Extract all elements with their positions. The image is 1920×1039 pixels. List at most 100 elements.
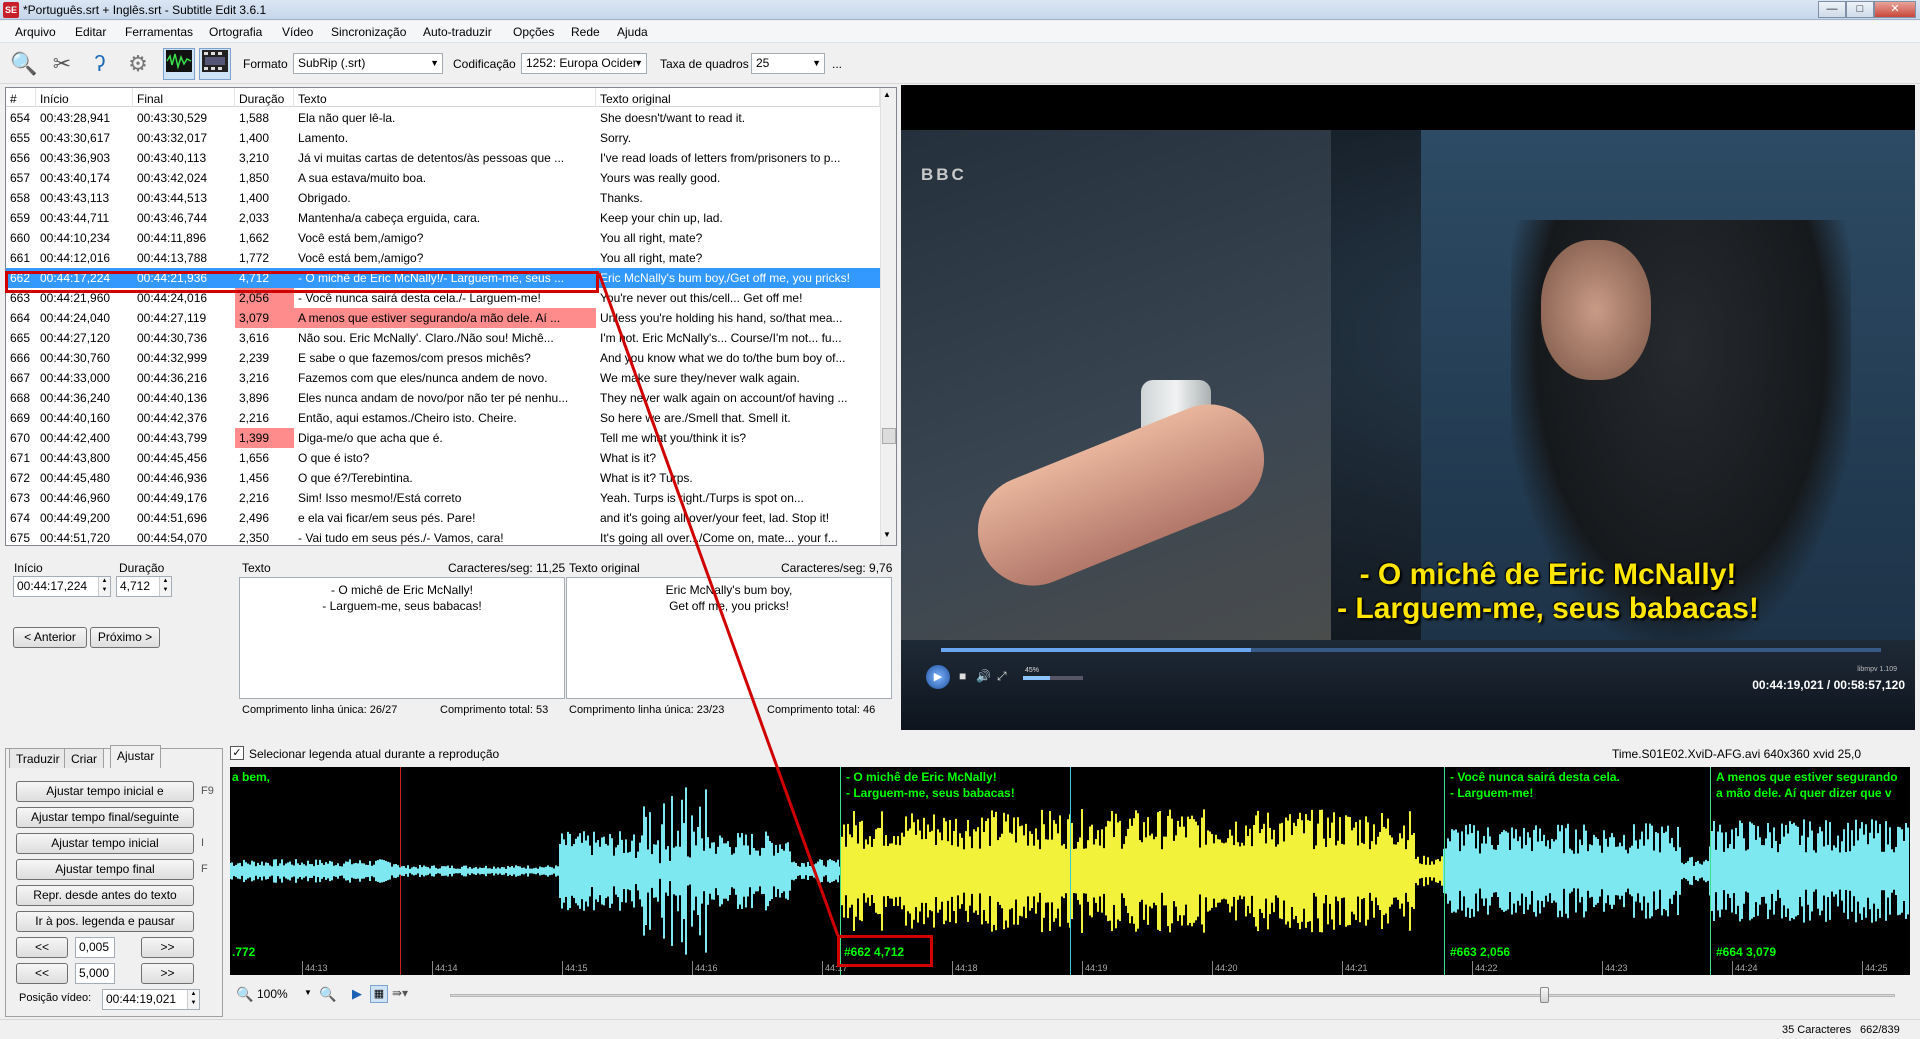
- table-row[interactable]: 654 00:43:28,941 00:43:30,529 1,588 Ela não …: [6, 108, 880, 128]
- video-player[interactable]: BBC - O michê de Eric McNally! - Larguem…: [901, 85, 1915, 730]
- tab-criar[interactable]: Criar: [64, 748, 104, 768]
- goto-subtitle-pause-button[interactable]: Ir à pos. legenda e pausar: [16, 911, 194, 932]
- settings-icon[interactable]: ⚙: [122, 48, 154, 80]
- tab-traduzir[interactable]: Traduzir: [9, 748, 67, 768]
- scroll-up-icon[interactable]: ▲: [883, 90, 891, 99]
- grid-scrollbar[interactable]: ▲ ▼: [880, 88, 896, 545]
- search-replace-icon[interactable]: 🔍: [8, 48, 40, 80]
- table-row[interactable]: 664 00:44:24,040 00:44:27,119 3,079 A menos …: [6, 308, 880, 328]
- step-forward-small-button[interactable]: >>: [141, 937, 194, 958]
- table-row[interactable]: 657 00:43:40,174 00:43:42,024 1,850 A sua es…: [6, 168, 880, 188]
- scroll-down-icon[interactable]: ▼: [883, 530, 891, 539]
- col-header-number[interactable]: #: [6, 88, 36, 107]
- row-duration: 2,216: [239, 491, 270, 505]
- table-row[interactable]: 665 00:44:27,120 00:44:30,736 3,616 Não sou.…: [6, 328, 880, 348]
- step-small-input[interactable]: 0,005: [75, 937, 115, 958]
- duration-input[interactable]: 4,712 ▲ ▼: [116, 576, 172, 597]
- adjust-start-button[interactable]: Ajustar tempo inicial: [16, 833, 194, 854]
- waveform-scroll-track[interactable]: [450, 994, 1895, 997]
- col-header-text[interactable]: Texto: [294, 88, 596, 107]
- fullscreen-icon[interactable]: ⤢: [997, 669, 1007, 684]
- tools-icon[interactable]: ✂: [46, 48, 78, 80]
- col-header-original[interactable]: Texto original: [596, 88, 880, 107]
- table-row[interactable]: 671 00:44:43,800 00:44:45,456 1,656 O que é …: [6, 448, 880, 468]
- table-row[interactable]: 656 00:43:36,903 00:43:40,113 3,210 Já vi mu…: [6, 148, 880, 168]
- menu-video[interactable]: Vídeo: [282, 25, 313, 39]
- video-toggle-icon[interactable]: [199, 48, 231, 80]
- spin-arrows-icon[interactable]: ▲ ▼: [159, 577, 171, 596]
- col-header-duration[interactable]: Duração: [235, 88, 294, 107]
- zoom-out-icon[interactable]: 🔍: [236, 986, 253, 1003]
- volume-slider[interactable]: [1023, 676, 1083, 680]
- menu-arquivo[interactable]: Arquivo: [15, 25, 56, 39]
- table-row[interactable]: 668 00:44:36,240 00:44:40,136 3,896 Eles nun…: [6, 388, 880, 408]
- audio-waveform[interactable]: a bem, - O michê de Eric McNally! - Larg…: [230, 767, 1910, 975]
- close-button[interactable]: ✕: [1874, 1, 1916, 18]
- menu-rede[interactable]: Rede: [571, 25, 600, 39]
- adjust-end-button[interactable]: Ajustar tempo final: [16, 859, 194, 880]
- video-position-input[interactable]: 00:44:19,021 ▲ ▼: [102, 989, 200, 1010]
- table-row[interactable]: 655 00:43:30,617 00:43:32,017 1,400 Lamento.…: [6, 128, 880, 148]
- select-current-checkbox[interactable]: ✓: [230, 746, 244, 760]
- table-row[interactable]: 669 00:44:40,160 00:44:42,376 2,216 Então, a…: [6, 408, 880, 428]
- table-row[interactable]: 659 00:43:44,711 00:43:46,744 2,033 Mantenha…: [6, 208, 880, 228]
- spellcheck-icon[interactable]: ʔ: [84, 48, 116, 80]
- menu-auto-traduzir[interactable]: Auto-traduzir: [423, 25, 492, 39]
- row-duration: 3,616: [239, 331, 270, 345]
- col-header-end[interactable]: Final: [133, 88, 235, 107]
- next-button[interactable]: Próximo >: [90, 627, 160, 648]
- stop-icon[interactable]: ■: [959, 669, 966, 683]
- table-row[interactable]: 670 00:44:42,400 00:44:43,799 1,399 Diga-me/…: [6, 428, 880, 448]
- waveform-toggle-icon[interactable]: [163, 48, 195, 80]
- menu-ferramentas[interactable]: Ferramentas: [125, 25, 193, 39]
- waveform-scroll-thumb[interactable]: [1540, 987, 1549, 1003]
- col-header-start[interactable]: Início: [36, 88, 133, 107]
- minimize-button[interactable]: —: [1818, 1, 1846, 18]
- framerate-select[interactable]: 25 ▼: [751, 53, 825, 74]
- chevron-down-icon[interactable]: ▼: [304, 988, 312, 997]
- menu-opcoes[interactable]: Opções: [513, 25, 554, 39]
- menu-sincronizacao[interactable]: Sincronização: [331, 25, 406, 39]
- adjust-start-next-button[interactable]: Ajustar tempo inicial e: [16, 781, 194, 802]
- play-selection-icon[interactable]: ▶: [352, 986, 362, 1002]
- time-tick-label: 44:14: [435, 963, 458, 973]
- toggle-grid-icon[interactable]: ▦: [370, 985, 388, 1003]
- volume-icon[interactable]: 🔊: [976, 669, 991, 683]
- step-back-large-button[interactable]: <<: [16, 963, 68, 984]
- auto-scroll-icon[interactable]: ⇛▾: [392, 986, 408, 1000]
- play-before-text-button[interactable]: Repr. desde antes do texto: [16, 885, 194, 906]
- table-row[interactable]: 673 00:44:46,960 00:44:49,176 2,216 Sim! Iss…: [6, 488, 880, 508]
- spin-arrows-icon[interactable]: ▲ ▼: [187, 990, 199, 1009]
- table-row[interactable]: 661 00:44:12,016 00:44:13,788 1,772 Você est…: [6, 248, 880, 268]
- table-row[interactable]: 658 00:43:43,113 00:43:44,513 1,400 Obrigado…: [6, 188, 880, 208]
- tab-ajustar[interactable]: Ajustar: [110, 745, 162, 768]
- menu-ajuda[interactable]: Ajuda: [617, 25, 648, 39]
- table-row[interactable]: 672 00:44:45,480 00:44:46,936 1,456 O que é?…: [6, 468, 880, 488]
- video-progress-bar[interactable]: [941, 648, 1881, 652]
- framerate-more-button[interactable]: ...: [832, 57, 842, 71]
- table-row[interactable]: 675 00:44:51,720 00:44:54,070 2,350 - Vai tu…: [6, 528, 880, 545]
- format-select[interactable]: SubRip (.srt) ▼: [293, 53, 443, 74]
- subtitle-grid[interactable]: # Início Final Duração Texto Texto origi…: [5, 87, 897, 546]
- step-large-input[interactable]: 5,000: [75, 963, 115, 984]
- spin-arrows-icon[interactable]: ▲ ▼: [98, 577, 110, 596]
- zoom-value[interactable]: 100%: [257, 987, 288, 1001]
- previous-button[interactable]: < Anterior: [13, 627, 87, 648]
- menu-ortografia[interactable]: Ortografia: [209, 25, 262, 39]
- menu-editar[interactable]: Editar: [75, 25, 106, 39]
- encoding-select[interactable]: 1252: Europa Ocider ▼: [521, 53, 647, 74]
- table-row[interactable]: 667 00:44:33,000 00:44:36,216 3,216 Fazemos …: [6, 368, 880, 388]
- text-editor[interactable]: - O michê de Eric McNally! - Larguem-me,…: [239, 577, 565, 699]
- table-row[interactable]: 660 00:44:10,234 00:44:11,896 1,662 Você est…: [6, 228, 880, 248]
- play-button[interactable]: ▶: [926, 665, 950, 689]
- maximize-button[interactable]: □: [1846, 1, 1874, 18]
- adjust-end-next-button[interactable]: Ajustar tempo final/seguinte: [16, 807, 194, 828]
- table-row[interactable]: 674 00:44:49,200 00:44:51,696 2,496 e ela va…: [6, 508, 880, 528]
- step-forward-large-button[interactable]: >>: [141, 963, 194, 984]
- zoom-in-icon[interactable]: 🔍: [319, 986, 336, 1003]
- start-time-input[interactable]: 00:44:17,224 ▲ ▼: [13, 576, 111, 597]
- step-back-small-button[interactable]: <<: [16, 937, 68, 958]
- table-row[interactable]: 666 00:44:30,760 00:44:32,999 2,239 E sabe o…: [6, 348, 880, 368]
- scroll-thumb[interactable]: [882, 428, 896, 444]
- original-text-editor[interactable]: Eric McNally's bum boy, Get off me, you …: [566, 577, 892, 699]
